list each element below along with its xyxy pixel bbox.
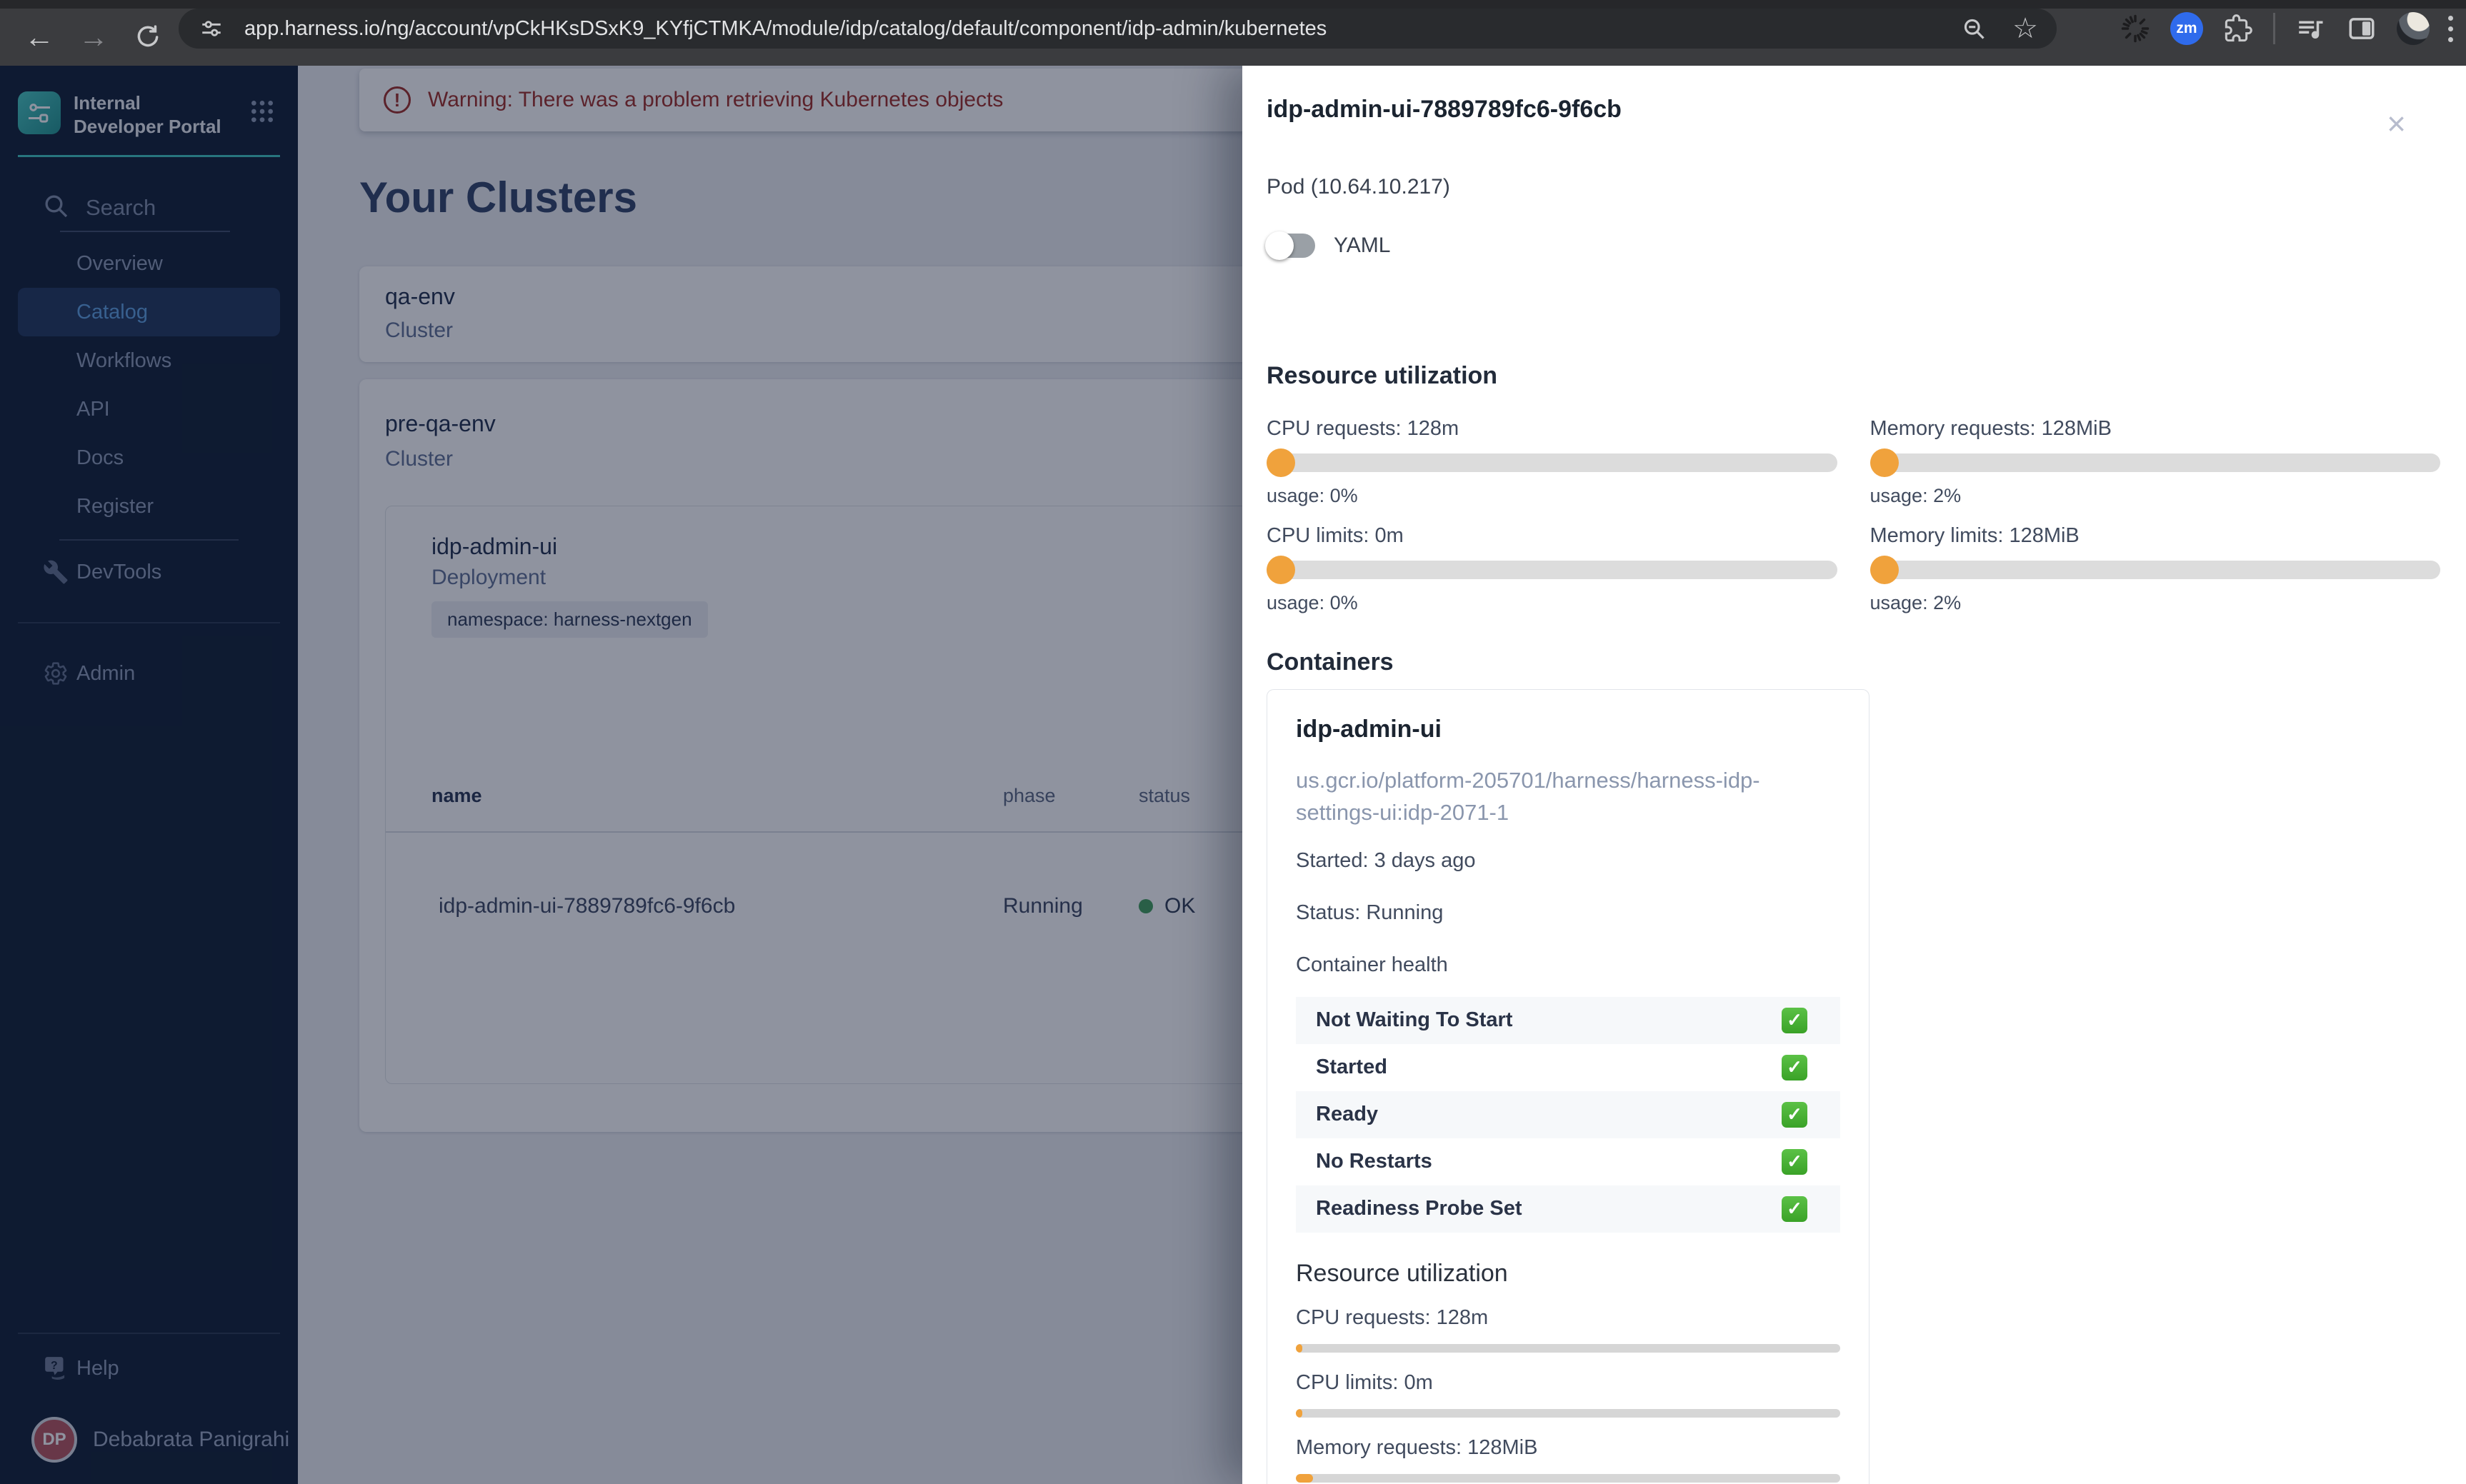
check-icon: ✓ — [1782, 1101, 1807, 1128]
loading-extension-icon[interactable] — [2119, 12, 2152, 45]
yaml-toggle-label: YAML — [1334, 234, 1391, 257]
meter-track — [1267, 556, 1837, 584]
pod-details-drawer: idp-admin-ui-7889789fc6-9f6cb × Pod (10.… — [1242, 66, 2466, 1484]
meter-track — [1870, 448, 2440, 477]
site-settings-tune-icon[interactable] — [197, 14, 226, 43]
check-icon: ✓ — [1782, 1007, 1807, 1033]
reload-icon[interactable] — [123, 9, 173, 66]
meter-knob — [1870, 556, 1899, 584]
container-health-list: Not Waiting To Start ✓ Started ✓ Ready ✓… — [1296, 996, 1840, 1233]
container-card: idp-admin-ui us.gcr.io/platform-205701/h… — [1267, 689, 1870, 1484]
thin-meter-fill — [1296, 1343, 1303, 1353]
health-row-readiness-probe: Readiness Probe Set ✓ — [1296, 1185, 1840, 1233]
toolbar-separator — [2273, 13, 2275, 44]
browser-profile-avatar[interactable] — [2397, 12, 2430, 45]
meter-track — [1870, 556, 2440, 584]
browser-menu-icon[interactable] — [2448, 15, 2453, 42]
toolbar-extensions-area: zm — [2119, 9, 2453, 49]
health-row-no-restarts: No Restarts ✓ — [1296, 1138, 1840, 1185]
thin-meter-track — [1296, 1343, 1840, 1353]
health-row-started: Started ✓ — [1296, 1044, 1840, 1091]
meter-cpu-limits: CPU limits: 0m usage: 0% — [1267, 524, 1837, 631]
forward-icon[interactable]: → — [69, 9, 119, 66]
address-bar[interactable]: app.harness.io/ng/account/vpCkHKsDSxK9_K… — [179, 9, 2057, 49]
container-resource-heading: Resource utilization — [1296, 1259, 1508, 1287]
container-status: Status: Running — [1296, 901, 1444, 924]
container-image: us.gcr.io/platform-205701/harness/harnes… — [1296, 768, 1760, 825]
thin-meter-track — [1296, 1408, 1840, 1418]
close-icon[interactable]: × — [2387, 107, 2406, 140]
meter-track — [1267, 448, 1837, 477]
check-icon: ✓ — [1782, 1054, 1807, 1081]
zoom-out-magnifier-icon[interactable] — [1960, 14, 1988, 43]
side-panel-icon[interactable] — [2345, 12, 2378, 45]
container-started: Started: 3 days ago — [1296, 848, 1476, 872]
meter-knob — [1267, 556, 1295, 584]
meter-cpu-requests: CPU requests: 128m usage: 0% — [1267, 417, 1837, 524]
yaml-toggle[interactable] — [1265, 231, 1315, 260]
thin-meter-fill — [1296, 1473, 1314, 1483]
check-icon: ✓ — [1782, 1148, 1807, 1175]
modal-dim-overlay[interactable] — [0, 66, 1242, 1484]
meter-memory-requests: Memory requests: 128MiB usage: 2% — [1870, 417, 2440, 524]
container-health-heading: Container health — [1296, 953, 1448, 976]
thin-meter-track — [1296, 1473, 1840, 1483]
media-playlist-icon[interactable] — [2294, 12, 2327, 45]
thin-meter-fill — [1296, 1408, 1303, 1418]
meter-knob — [1870, 448, 1899, 477]
resource-meters: CPU requests: 128m usage: 0% Memory requ… — [1267, 417, 2440, 631]
resource-utilization-heading: Resource utilization — [1267, 362, 1498, 389]
zoom-extension-icon[interactable]: zm — [2170, 12, 2203, 45]
url-text[interactable]: app.harness.io/ng/account/vpCkHKsDSxK9_K… — [244, 17, 1945, 41]
health-row-not-waiting: Not Waiting To Start ✓ — [1296, 996, 1840, 1044]
meter-knob — [1267, 448, 1295, 477]
container-name: idp-admin-ui — [1296, 716, 1442, 743]
containers-heading: Containers — [1267, 648, 1394, 676]
health-row-ready: Ready ✓ — [1296, 1091, 1840, 1138]
check-icon: ✓ — [1782, 1195, 1807, 1222]
extensions-puzzle-icon[interactable] — [2222, 12, 2255, 45]
drawer-title: idp-admin-ui-7889789fc6-9f6cb — [1267, 96, 1622, 123]
pod-subtitle: Pod (10.64.10.217) — [1267, 175, 1450, 199]
yaml-toggle-knob — [1265, 231, 1294, 260]
meter-memory-limits: Memory limits: 128MiB usage: 2% — [1870, 524, 2440, 631]
bookmark-star-icon[interactable]: ☆ — [2012, 14, 2038, 43]
back-icon[interactable]: ← — [14, 9, 64, 66]
window-top-edge — [0, 0, 2466, 9]
